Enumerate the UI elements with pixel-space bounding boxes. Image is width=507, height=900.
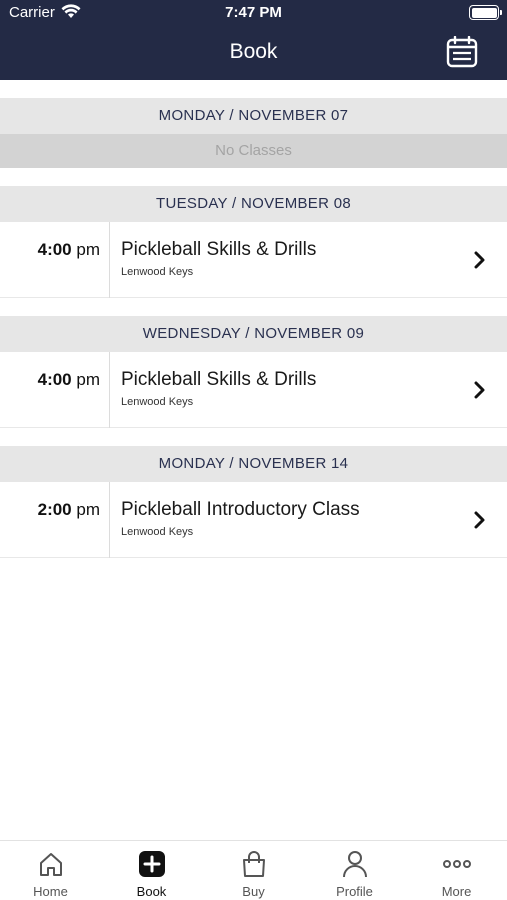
class-name: Pickleball Skills & Drills (121, 369, 317, 390)
class-row[interactable]: 2:00 pm Pickleball Introductory Class Le… (0, 482, 507, 558)
calendar-button[interactable] (445, 35, 479, 68)
battery-icon (469, 5, 502, 20)
divider (109, 482, 110, 558)
tab-bar: Home Book Buy Profile More (0, 840, 507, 900)
tab-label: More (441, 884, 472, 899)
class-location: Lenwood Keys (121, 396, 194, 408)
class-time: 4:00 pm (37, 240, 100, 259)
spacer (0, 80, 507, 98)
more-dots-icon (442, 860, 471, 868)
calendar-icon (446, 35, 478, 68)
class-name: Pickleball Skills & Drills (121, 239, 317, 260)
class-location: Lenwood Keys (121, 526, 194, 538)
spacer (0, 428, 507, 446)
day-header: MONDAY / NOVEMBER 07 (0, 98, 507, 134)
day-header: MONDAY / NOVEMBER 14 (0, 446, 507, 482)
divider (109, 352, 110, 428)
no-classes-message: No Classes (0, 134, 507, 168)
tab-buy[interactable]: Buy (203, 841, 304, 900)
tab-label: Buy (242, 884, 265, 899)
chevron-right-icon (474, 381, 485, 399)
day-header: WEDNESDAY / NOVEMBER 09 (0, 316, 507, 352)
tab-book[interactable]: Book (101, 841, 202, 900)
class-time: 2:00 pm (37, 500, 100, 519)
divider (109, 222, 110, 298)
spacer (0, 168, 507, 186)
tab-label: Profile (336, 884, 373, 899)
home-icon (39, 853, 62, 876)
class-row[interactable]: 4:00 pm Pickleball Skills & Drills Lenwo… (0, 352, 507, 428)
spacer (0, 298, 507, 316)
chevron-right-icon (474, 511, 485, 529)
schedule-list: MONDAY / NOVEMBER 07 No Classes TUESDAY … (0, 80, 507, 558)
status-bar: Carrier 7:47 PM (0, 0, 507, 26)
tab-profile[interactable]: Profile (304, 841, 405, 900)
class-location: Lenwood Keys (121, 266, 194, 278)
class-time: 4:00 pm (37, 370, 100, 389)
tab-home[interactable]: Home (0, 841, 101, 900)
tab-label: Book (136, 884, 167, 899)
plus-square-icon (138, 851, 165, 877)
shopping-bag-icon (242, 851, 265, 877)
page-title: Book (229, 40, 278, 63)
chevron-right-icon (474, 251, 485, 269)
tab-more[interactable]: More (406, 841, 507, 900)
status-time: 7:47 PM (225, 4, 282, 21)
person-icon (342, 851, 367, 878)
tab-label: Home (33, 884, 68, 899)
day-header: TUESDAY / NOVEMBER 08 (0, 186, 507, 222)
class-row[interactable]: 4:00 pm Pickleball Skills & Drills Lenwo… (0, 222, 507, 298)
class-name: Pickleball Introductory Class (121, 499, 360, 520)
top-bar: Carrier 7:47 PM Book (0, 0, 507, 80)
